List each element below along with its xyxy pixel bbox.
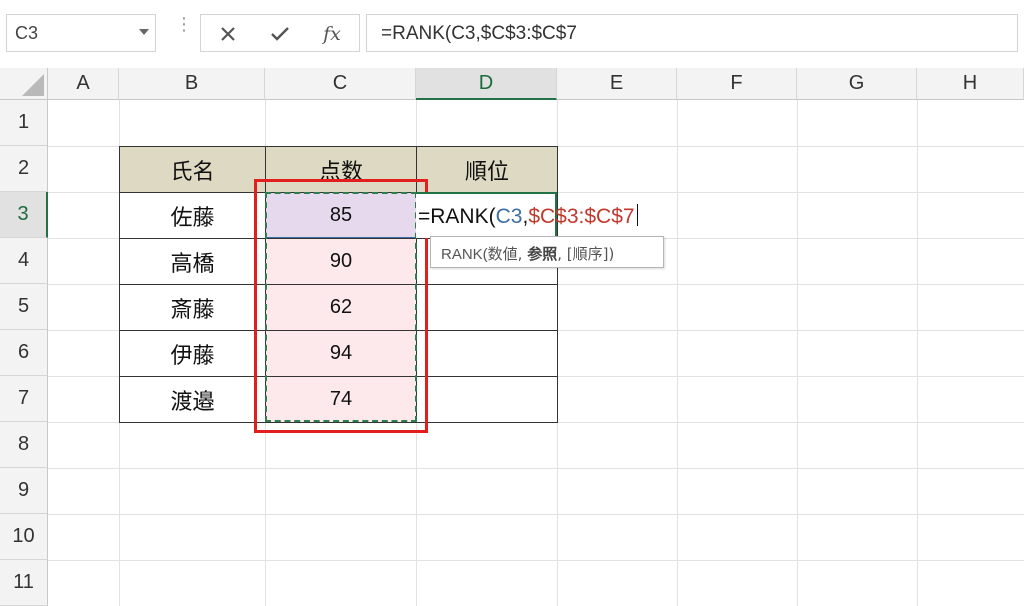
function-icon[interactable]: fx xyxy=(317,19,347,49)
text-cursor xyxy=(636,204,638,226)
tooltip-func: RANK( xyxy=(441,246,488,263)
formula-prefix: =RANK( xyxy=(418,205,496,228)
column-header-d[interactable]: D xyxy=(416,68,557,100)
formula-ref-range: $C$3:$C$7 xyxy=(528,205,635,228)
formula-ref-c3: C3 xyxy=(495,205,523,228)
gridline xyxy=(797,100,798,606)
table-cell-name[interactable]: 伊藤 xyxy=(119,330,266,377)
table-cell-name[interactable]: 渡邉 xyxy=(119,376,266,423)
row-header-5[interactable]: 5 xyxy=(0,284,48,330)
tooltip-arg-number: 数値, xyxy=(487,245,528,263)
worksheet: A B C D E F G H 1 2 3 4 5 6 7 8 9 10 11 … xyxy=(0,68,1024,606)
function-tooltip: RANK(数値, 参照, [順序]) xyxy=(430,236,664,268)
column-header-e[interactable]: E xyxy=(557,68,677,100)
check-icon[interactable] xyxy=(265,19,295,49)
row-header-2[interactable]: 2 xyxy=(0,146,48,192)
row-header-10[interactable]: 10 xyxy=(0,514,48,560)
column-header-f[interactable]: F xyxy=(677,68,797,100)
table-header-rank[interactable]: 順位 xyxy=(416,146,558,193)
gridline xyxy=(48,560,1024,561)
column-header-c[interactable]: C xyxy=(265,68,416,100)
highlight-box xyxy=(254,179,428,433)
name-box[interactable]: C3 xyxy=(6,14,156,52)
drag-handle-icon[interactable]: ⋮ xyxy=(175,16,193,44)
gridline xyxy=(677,100,678,606)
gridline xyxy=(917,100,918,606)
row-header-9[interactable]: 9 xyxy=(0,468,48,514)
row-header-6[interactable]: 6 xyxy=(0,330,48,376)
active-cell[interactable]: =RANK(C3,$C$3:$C$7 xyxy=(416,192,638,238)
table-cell-name[interactable]: 佐藤 xyxy=(119,192,266,239)
tooltip-arg-ref: 参照 xyxy=(527,245,558,263)
gridline xyxy=(48,514,1024,515)
formula-text: =RANK(C3,$C$3:$C$7 xyxy=(381,23,577,44)
formula-input[interactable]: =RANK(C3,$C$3:$C$7 xyxy=(366,14,1018,52)
name-box-value: C3 xyxy=(15,23,39,43)
chevron-down-icon[interactable] xyxy=(139,29,149,35)
table-cell-name[interactable]: 高橋 xyxy=(119,238,266,285)
select-all-corner[interactable] xyxy=(0,68,48,100)
row-header-7[interactable]: 7 xyxy=(0,376,48,422)
column-header-h[interactable]: H xyxy=(917,68,1024,100)
cell-formula-edit[interactable]: =RANK(C3,$C$3:$C$7 xyxy=(418,204,638,229)
row-header-11[interactable]: 11 xyxy=(0,560,48,606)
column-header-a[interactable]: A xyxy=(48,68,119,100)
formula-tools: fx xyxy=(200,14,360,52)
column-header-b[interactable]: B xyxy=(119,68,265,100)
row-header-3[interactable]: 3 xyxy=(0,192,48,238)
table-cell-name[interactable]: 斎藤 xyxy=(119,284,266,331)
gridline xyxy=(48,468,1024,469)
table-header-name[interactable]: 氏名 xyxy=(119,146,266,193)
table-cell-rank[interactable] xyxy=(416,376,558,423)
formula-bar-area: C3 ⋮ fx =RANK(C3,$C$3:$C$7 xyxy=(0,0,1024,68)
x-icon[interactable] xyxy=(213,19,243,49)
row-header-1[interactable]: 1 xyxy=(0,100,48,146)
table-cell-rank[interactable] xyxy=(416,284,558,331)
table-cell-rank[interactable] xyxy=(416,330,558,377)
column-header-g[interactable]: G xyxy=(797,68,917,100)
row-header-8[interactable]: 8 xyxy=(0,422,48,468)
row-header-4[interactable]: 4 xyxy=(0,238,48,284)
tooltip-arg-order: , [順序]) xyxy=(557,245,615,263)
